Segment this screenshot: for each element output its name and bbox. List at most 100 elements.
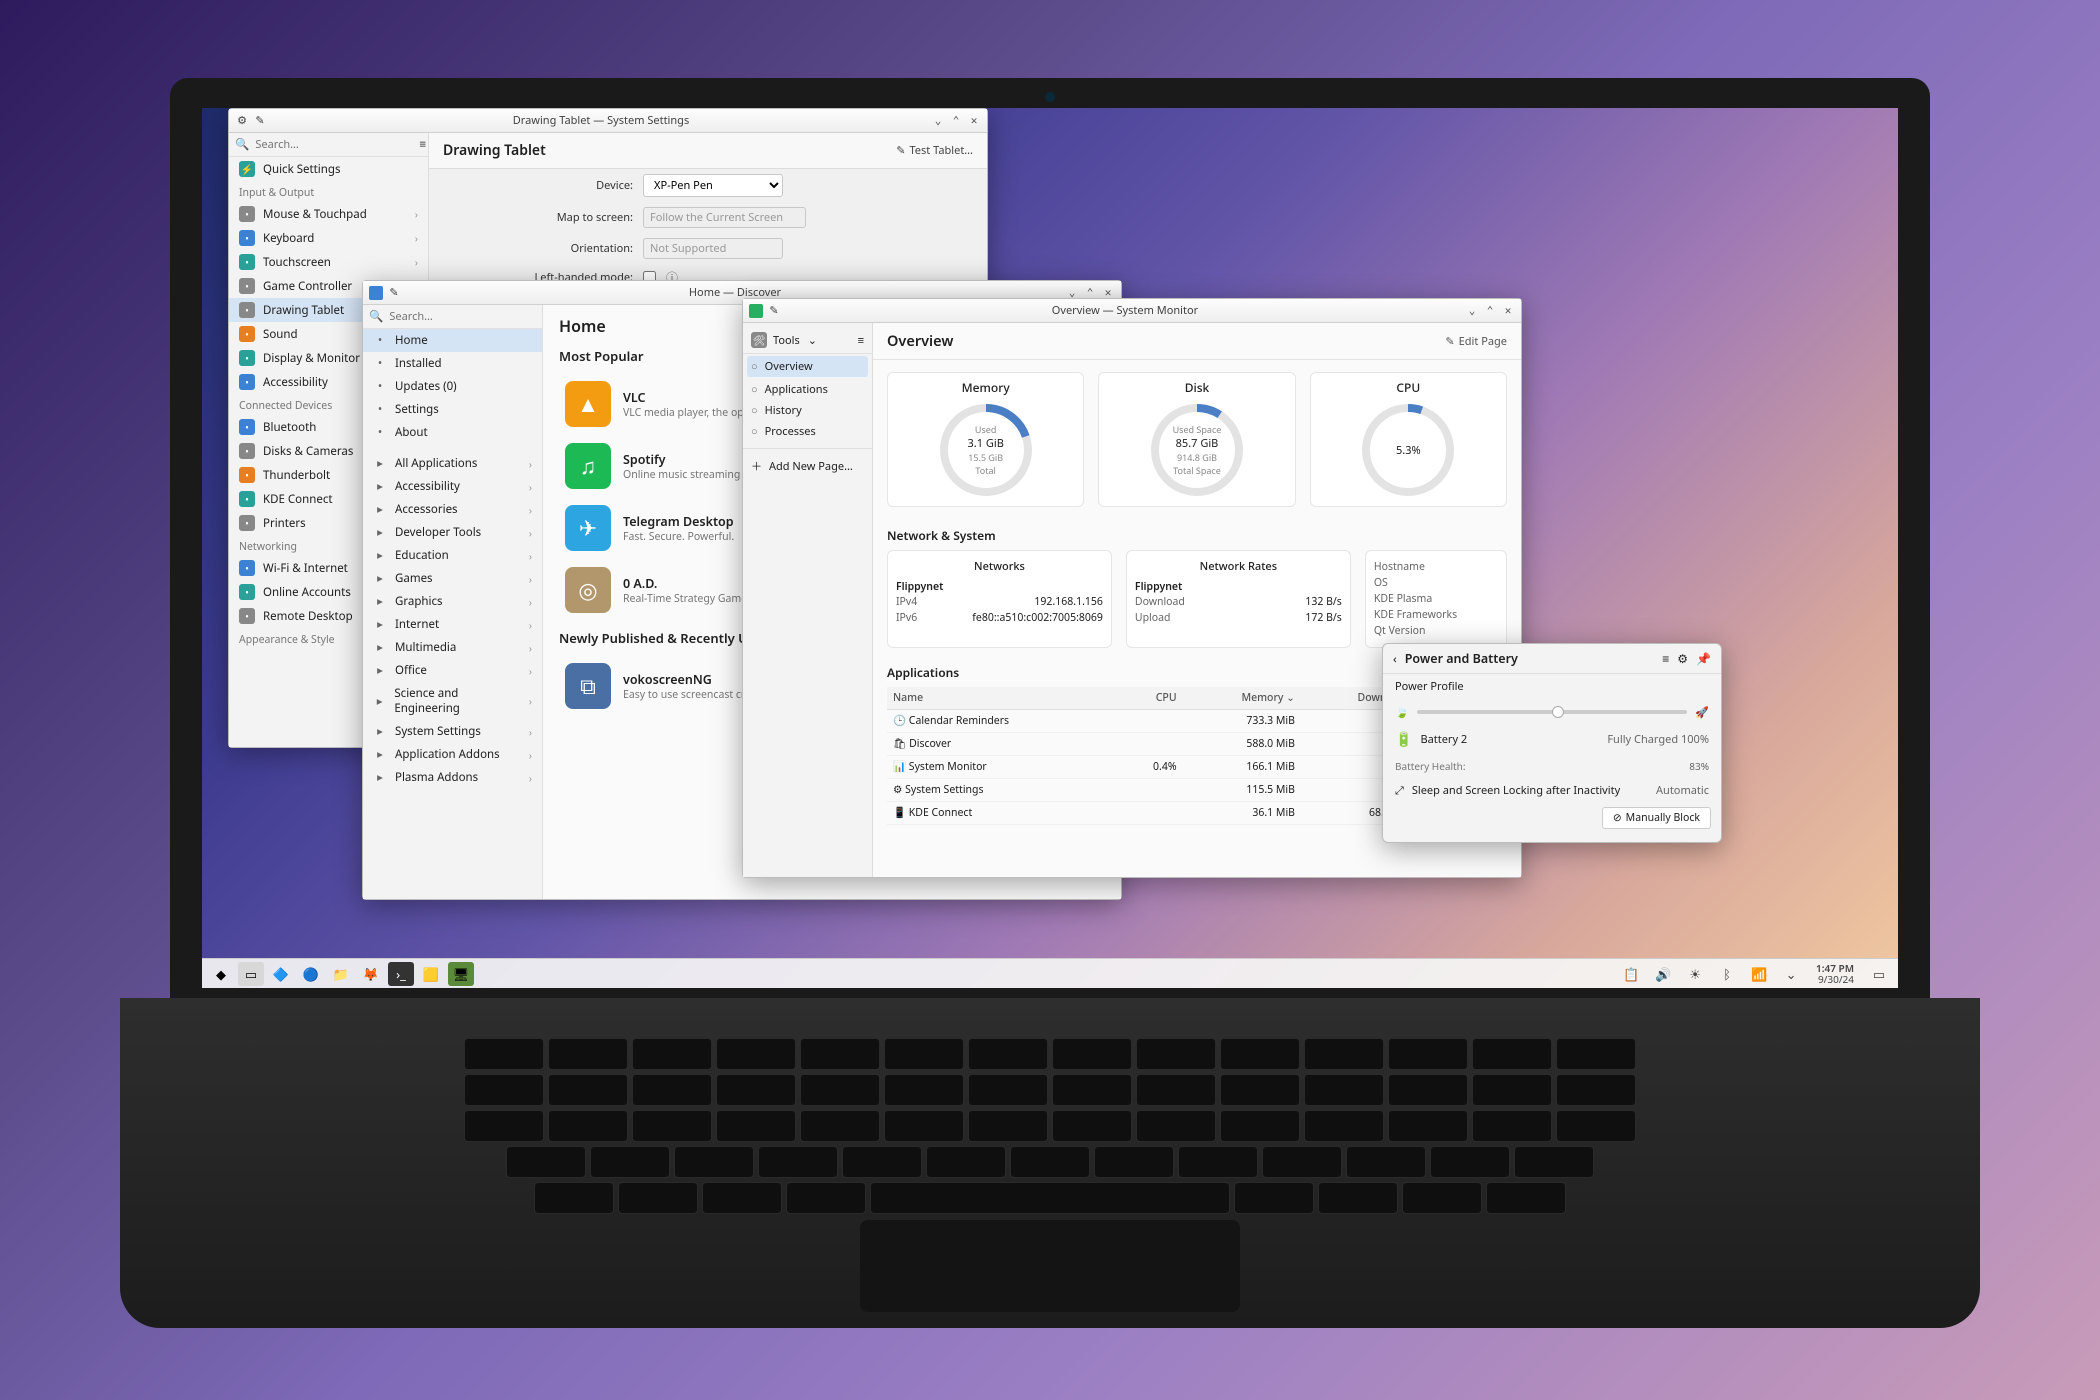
category-plasma-addons[interactable]: ▸Plasma Addons›: [363, 766, 542, 789]
close-button[interactable]: ✕: [1501, 304, 1515, 318]
test-tablet-button[interactable]: ✎ Test Tablet…: [896, 143, 973, 158]
quick-settings-item[interactable]: ⚡ Quick Settings: [229, 157, 428, 181]
list-icon[interactable]: ≡: [1662, 650, 1669, 667]
pin-icon[interactable]: ✎: [387, 286, 401, 300]
monitor-nav-overview[interactable]: ○Overview: [747, 356, 868, 377]
health-value: 83%: [1689, 759, 1709, 773]
taskbar-app-4[interactable]: 🖥: [448, 962, 474, 986]
tray-clipboard-icon[interactable]: 📋: [1618, 962, 1644, 986]
category-application-addons[interactable]: ▸Application Addons›: [363, 743, 542, 766]
discover-nav-about[interactable]: •About: [363, 421, 542, 444]
firefox-icon[interactable]: 🦊: [358, 962, 384, 986]
col-name[interactable]: Name: [887, 687, 1118, 710]
printer-icon: •: [239, 515, 255, 531]
category-graphics[interactable]: ▸Graphics›: [363, 590, 542, 613]
chevron-down-icon: ⌄: [808, 333, 817, 348]
maximize-button[interactable]: ⌃: [1483, 304, 1497, 318]
sidebar-item-mouse-touchpad[interactable]: •Mouse & Touchpad›: [229, 202, 428, 226]
add-page-button[interactable]: ＋ Add New Page…: [743, 455, 872, 477]
tools-icon: 🛠: [751, 332, 767, 348]
taskbar-app-2[interactable]: 🔵: [298, 962, 324, 986]
category-multimedia[interactable]: ▸Multimedia›: [363, 636, 542, 659]
pin-icon[interactable]: ✎: [253, 114, 267, 128]
monitor-titlebar[interactable]: ✎ Overview — System Monitor ⌄ ⌃ ✕: [743, 299, 1521, 323]
app-launcher[interactable]: ◆: [208, 962, 234, 986]
monitor-title: Overview — System Monitor: [785, 303, 1465, 318]
category-accessories[interactable]: ▸Accessories›: [363, 498, 542, 521]
sidebar-item-keyboard[interactable]: •Keyboard›: [229, 226, 428, 250]
sidebar-item-touchscreen[interactable]: •Touchscreen›: [229, 250, 428, 274]
maximize-button[interactable]: ⌃: [949, 114, 963, 128]
remote-icon: •: [239, 608, 255, 624]
settings-titlebar[interactable]: ⚙ ✎ Drawing Tablet — System Settings ⌄ ⌃…: [229, 109, 987, 133]
tray-bluetooth-icon[interactable]: ᛒ: [1714, 962, 1740, 986]
col-memory[interactable]: Memory ⌄: [1183, 687, 1301, 710]
hamburger-icon[interactable]: ≡: [858, 333, 864, 348]
profile-slider[interactable]: [1417, 710, 1688, 714]
sidebar-item-label: Online Accounts: [263, 585, 351, 600]
tray-chevron-icon[interactable]: ⌄: [1778, 962, 1804, 986]
accessories-icon: ▸: [373, 502, 387, 517]
device-label: Device:: [443, 178, 633, 193]
discover-sidebar: 🔍 •Home•Installed•Updates (0)•Settings•A…: [363, 305, 543, 899]
power-title: Power and Battery: [1405, 650, 1655, 667]
close-button[interactable]: ✕: [967, 114, 981, 128]
monitor-nav-processes[interactable]: ○Processes: [743, 421, 872, 442]
monitor-nav-applications[interactable]: ○Applications: [743, 379, 872, 400]
menu-icon[interactable]: ≡: [419, 137, 426, 152]
files-icon[interactable]: 📁: [328, 962, 354, 986]
mouse-icon: •: [239, 206, 255, 222]
back-icon[interactable]: ‹: [1393, 650, 1397, 667]
office-icon: ▸: [373, 663, 387, 678]
overview-heading: Overview: [887, 331, 953, 351]
category-science-and-engineering[interactable]: ▸Science and Engineering›: [363, 682, 542, 720]
gamepad-icon: •: [239, 278, 255, 294]
category-internet[interactable]: ▸Internet›: [363, 613, 542, 636]
clock[interactable]: 1:47 PM 9/30/24: [1810, 963, 1860, 985]
networks-panel: Networks Flippynet IPv4192.168.1.156IPv6…: [887, 550, 1112, 648]
category-education[interactable]: ▸Education›: [363, 544, 542, 567]
tray-network-icon[interactable]: 📶: [1746, 962, 1772, 986]
settings-search[interactable]: 🔍 ≡: [229, 133, 428, 157]
taskbar-app-1[interactable]: 🔷: [268, 962, 294, 986]
discover-nav-settings[interactable]: •Settings: [363, 398, 542, 421]
camera-icon: •: [239, 443, 255, 459]
search-input[interactable]: [255, 137, 413, 152]
category-developer-tools[interactable]: ▸Developer Tools›: [363, 521, 542, 544]
sidebar-item-label: Sound: [263, 327, 298, 342]
taskbar-app-3[interactable]: 🟨: [418, 962, 444, 986]
task-manager-icon[interactable]: ▭: [238, 962, 264, 986]
category-system-settings[interactable]: ▸System Settings›: [363, 720, 542, 743]
tray-volume-icon[interactable]: 🔊: [1650, 962, 1676, 986]
tray-brightness-icon[interactable]: ☀: [1682, 962, 1708, 986]
settings-icon[interactable]: ⚙: [1677, 650, 1688, 667]
show-desktop-icon[interactable]: ▭: [1866, 962, 1892, 986]
terminal-icon[interactable]: ›_: [388, 962, 414, 986]
sidebar-item-label: Remote Desktop: [263, 609, 353, 624]
discover-nav-home[interactable]: •Home: [363, 329, 542, 352]
sidebar-item-label: Display & Monitor: [263, 351, 360, 366]
category-office[interactable]: ▸Office›: [363, 659, 542, 682]
category-all-applications[interactable]: ▸All Applications›: [363, 452, 542, 475]
device-select[interactable]: XP-Pen Pen: [643, 174, 783, 197]
category-accessibility[interactable]: ▸Accessibility›: [363, 475, 542, 498]
monitor-nav-history[interactable]: ○History: [743, 400, 872, 421]
sidebar-item-label: Bluetooth: [263, 420, 316, 435]
block-button[interactable]: ⊘ Manually Block: [1602, 807, 1711, 829]
minimize-button[interactable]: ⌄: [931, 114, 945, 128]
pin-icon[interactable]: ✎: [767, 304, 781, 318]
col-cpu[interactable]: CPU: [1118, 687, 1182, 710]
discover-nav-installed[interactable]: •Installed: [363, 352, 542, 375]
discover-nav-updates[interactable]: •Updates (0): [363, 375, 542, 398]
search-input[interactable]: [389, 309, 543, 324]
pin-icon[interactable]: 📌: [1696, 650, 1711, 667]
tools-menu[interactable]: 🛠 Tools ⌄ ≡: [743, 327, 872, 354]
memory-gauge: Memory Used3.1 GiB15.5 GiBTotal: [887, 372, 1084, 507]
map-select[interactable]: Follow the Current Screen: [643, 207, 806, 228]
category-games[interactable]: ▸Games›: [363, 567, 542, 590]
overview-icon: ○: [751, 359, 758, 374]
minimize-button[interactable]: ⌄: [1465, 304, 1479, 318]
discover-search[interactable]: 🔍: [363, 305, 542, 329]
edit-page-button[interactable]: ✎ Edit Page: [1445, 334, 1507, 349]
education-icon: ▸: [373, 548, 387, 563]
